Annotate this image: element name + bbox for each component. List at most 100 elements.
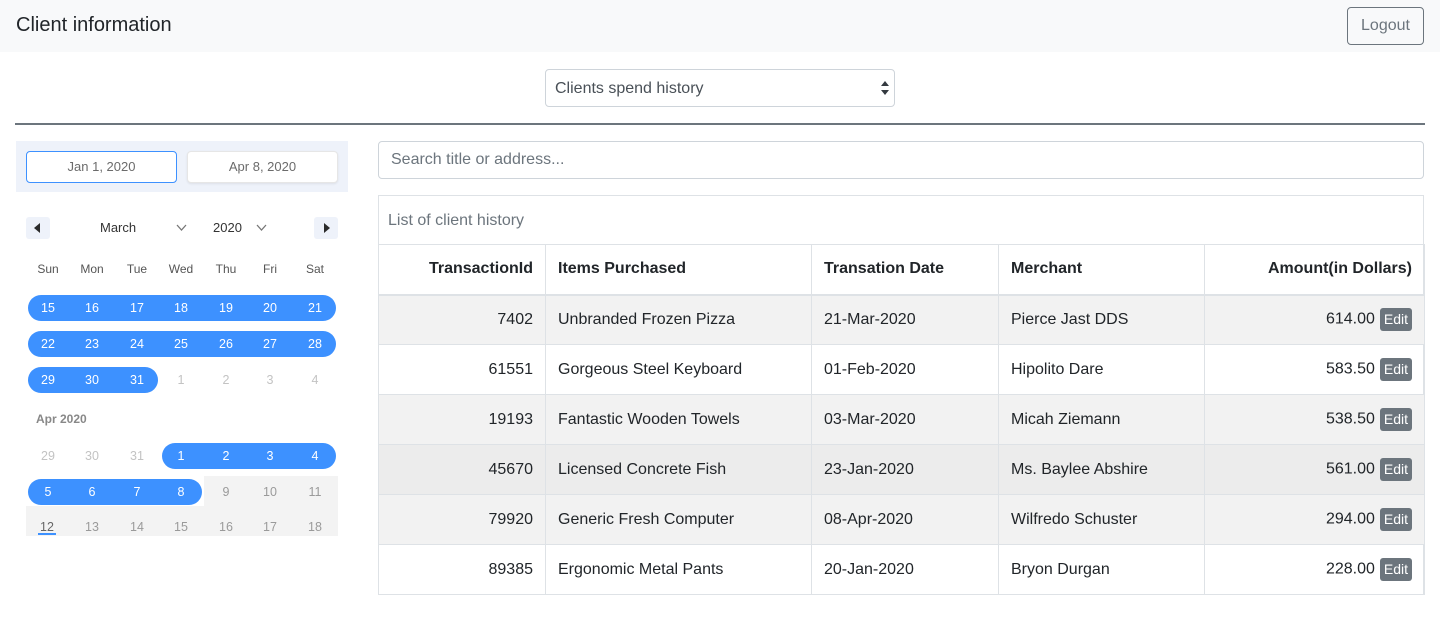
calendar-day[interactable]: 2 [206,443,246,469]
calendar-day[interactable]: 24 [117,331,157,357]
calendar-day[interactable]: 30 [72,367,112,393]
weekday-label: Tue [126,262,148,276]
calendar-day[interactable]: 23 [72,331,112,357]
calendar-day[interactable]: 25 [161,331,201,357]
calendar-day[interactable]: 4 [295,367,335,393]
calendar-day[interactable]: 17 [250,514,290,540]
merchant-cell: Ms. Baylee Abshire [998,444,1205,495]
merchant-cell: Hipolito Dare [998,344,1205,395]
calendar-day[interactable]: 17 [117,295,157,321]
edit-button[interactable]: Edit [1379,508,1412,531]
table-row: 89385 Ergonomic Metal Pants 20-Jan-2020 … [378,544,1425,595]
calendar-day[interactable]: 22 [28,331,68,357]
amount-value: 583.50 [1325,360,1375,378]
calendar-day[interactable]: 3 [250,367,290,393]
calendar-day[interactable]: 13 [72,514,112,540]
calendar-day[interactable]: 7 [117,479,157,505]
select-arrows-icon [881,81,889,95]
card-heading: List of client history [388,212,525,229]
date-cell: 08-Apr-2020 [811,494,999,545]
calendar-day[interactable]: 16 [72,295,112,321]
amount-value: 561.00 [1325,460,1375,478]
calendar-day[interactable]: 8 [161,479,201,505]
calendar-day[interactable]: 3 [250,443,290,469]
date-cell: 01-Feb-2020 [811,344,999,395]
weekday-label: Thu [215,262,237,276]
calendar-day[interactable]: 29 [28,367,68,393]
calendar-day[interactable]: 31 [117,367,157,393]
date-cell: 20-Jan-2020 [811,544,999,595]
table-row: 45670 Licensed Concrete Fish 23-Jan-2020… [378,444,1425,495]
edit-button[interactable]: Edit [1379,458,1412,481]
item-cell: Unbranded Frozen Pizza [545,294,812,345]
table-row: 61551 Gorgeous Steel Keyboard 01-Feb-202… [378,344,1425,395]
calendar-day[interactable]: 2 [206,367,246,393]
calendar-day[interactable]: 6 [72,479,112,505]
calendar-day[interactable]: 20 [250,295,290,321]
column-header[interactable]: Transation Date [811,244,999,296]
calendar-day[interactable]: 5 [28,479,68,505]
end-date-input[interactable]: Apr 8, 2020 [187,151,338,183]
column-header[interactable]: TransactionId [378,244,546,296]
prev-month-button[interactable] [26,217,50,239]
transaction-id-cell: 7402 [378,294,546,345]
start-date-input[interactable]: Jan 1, 2020 [26,151,177,183]
arrow-right-icon [324,223,330,233]
calendar-day[interactable]: 15 [28,295,68,321]
calendar-day[interactable]: 21 [295,295,335,321]
history-table: TransactionId Items Purchased Transation… [378,244,1425,595]
amount-cell: 228.00 Edit [1204,544,1425,595]
calendar-day[interactable]: 15 [161,514,201,540]
transaction-id-cell: 45670 [378,444,546,495]
column-header[interactable]: Items Purchased [545,244,812,296]
edit-button[interactable]: Edit [1379,558,1412,581]
calendar-day[interactable]: 30 [72,443,112,469]
column-header[interactable]: Amount(in Dollars) [1204,244,1425,296]
view-select[interactable]: Clients spend history [545,69,895,107]
edit-button[interactable]: Edit [1379,358,1412,381]
amount-value: 294.00 [1325,510,1375,528]
search-input[interactable] [380,143,1420,177]
calendar-day[interactable]: 31 [117,443,157,469]
amount-value: 228.00 [1325,560,1375,578]
calendar-day[interactable]: 4 [295,443,335,469]
calendar-day[interactable]: 11 [295,479,335,505]
calendar-day[interactable]: 29 [28,443,68,469]
next-month-button[interactable] [314,217,338,239]
calendar-day[interactable]: 1 [161,443,201,469]
column-header[interactable]: Merchant [998,244,1205,296]
item-cell: Generic Fresh Computer [545,494,812,545]
edit-button[interactable]: Edit [1379,408,1412,431]
date-range-panel: Jan 1, 2020 Apr 8, 2020 [16,141,348,192]
merchant-cell: Pierce Jast DDS [998,294,1205,345]
weekday-label: Fri [263,262,277,276]
calendar-day[interactable]: 26 [206,331,246,357]
transaction-id-cell: 79920 [378,494,546,545]
amount-cell: 538.50 Edit [1204,394,1425,445]
transaction-id-cell: 61551 [378,344,546,395]
merchant-cell: Micah Ziemann [998,394,1205,445]
page-title: Client information [16,14,172,36]
calendar-day[interactable]: 10 [250,479,290,505]
calendar-day[interactable]: 19 [206,295,246,321]
calendar-day[interactable]: 18 [161,295,201,321]
calendar-day[interactable]: 9 [206,479,246,505]
item-cell: Fantastic Wooden Towels [545,394,812,445]
transaction-id-cell: 89385 [378,544,546,595]
logout-button[interactable]: Logout [1347,7,1424,45]
calendar-day-today[interactable]: 12 [27,514,67,540]
table-row: 79920 Generic Fresh Computer 08-Apr-2020… [378,494,1425,545]
year-select[interactable]: 2020 [213,220,242,235]
edit-button[interactable]: Edit [1379,308,1412,332]
calendar-day[interactable]: 1 [161,367,201,393]
search-box [378,141,1424,179]
calendar-day[interactable]: 18 [295,514,335,540]
month-select[interactable]: March [100,220,136,235]
calendar-day[interactable]: 27 [250,331,290,357]
arrow-left-icon [34,223,40,233]
table-row: 19193 Fantastic Wooden Towels 03-Mar-202… [378,394,1425,445]
calendar-day[interactable]: 28 [295,331,335,357]
month-label: Apr 2020 [36,412,87,426]
calendar-day[interactable]: 16 [206,514,246,540]
calendar-day[interactable]: 14 [117,514,157,540]
